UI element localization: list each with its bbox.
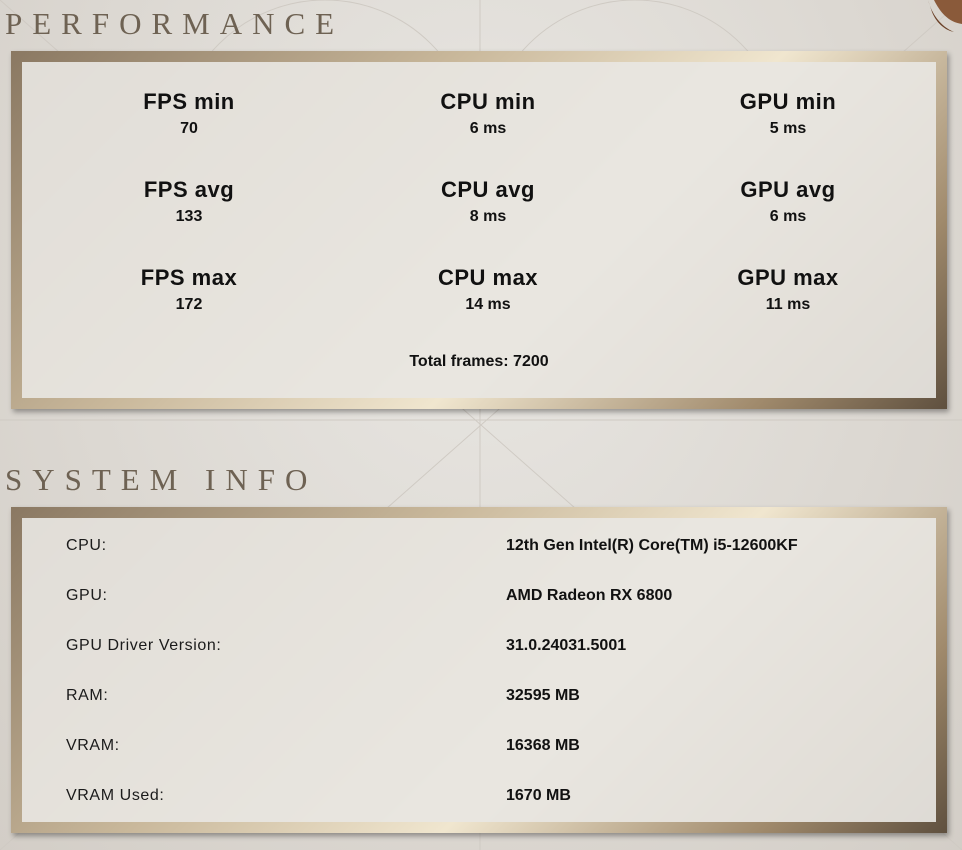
- stat-fps-max: FPS max 172: [89, 265, 289, 314]
- system-info-panel: CPU: 12th Gen Intel(R) Core(TM) i5-12600…: [11, 507, 947, 833]
- info-label: VRAM:: [66, 737, 120, 754]
- info-label: GPU:: [66, 587, 108, 604]
- info-value: AMD Radeon RX 6800: [506, 587, 673, 604]
- info-value: 1670 MB: [506, 787, 571, 804]
- stat-cpu-min: CPU min 6 ms: [388, 89, 588, 138]
- info-row-vram-used: VRAM Used: 1670 MB: [22, 787, 936, 811]
- info-label: CPU:: [66, 537, 107, 554]
- stat-gpu-max: GPU max 11 ms: [688, 265, 888, 314]
- stat-value: 6 ms: [769, 208, 807, 225]
- stat-fps-avg: FPS avg 133: [89, 177, 289, 226]
- stat-value: 172: [175, 296, 203, 313]
- system-info-heading: SYSTEM INFO: [5, 462, 318, 497]
- stat-label: FPS avg: [143, 177, 235, 202]
- info-row-ram: RAM: 32595 MB: [22, 687, 936, 711]
- stat-label: GPU max: [737, 265, 839, 290]
- stat-label: FPS min: [143, 89, 235, 114]
- stat-value: 6 ms: [469, 120, 507, 137]
- stat-label: CPU min: [440, 89, 536, 114]
- stat-label: CPU max: [437, 265, 539, 290]
- stat-value: 11 ms: [765, 296, 811, 313]
- info-row-vram: VRAM: 16368 MB: [22, 737, 936, 761]
- stat-cpu-max: CPU max 14 ms: [388, 265, 588, 314]
- stat-label: GPU avg: [740, 177, 836, 202]
- info-row-gpu-driver: GPU Driver Version: 31.0.24031.5001: [22, 637, 936, 661]
- info-label: VRAM Used:: [66, 787, 165, 804]
- decorative-ornament-icon: [928, 0, 962, 32]
- info-row-gpu: GPU: AMD Radeon RX 6800: [22, 587, 936, 611]
- stat-gpu-min: GPU min 5 ms: [688, 89, 888, 138]
- stat-value: 133: [175, 208, 203, 225]
- info-label: RAM:: [66, 687, 109, 704]
- stat-label: GPU min: [739, 89, 837, 114]
- stat-value: 14 ms: [465, 296, 511, 313]
- info-value: 31.0.24031.5001: [506, 637, 627, 654]
- info-value: 32595 MB: [506, 687, 580, 704]
- info-value: 12th Gen Intel(R) Core(TM) i5-12600KF: [506, 537, 798, 554]
- stat-value: 5 ms: [769, 120, 807, 137]
- total-frames: Total frames: 7200: [409, 353, 549, 370]
- stat-value: 8 ms: [469, 208, 507, 225]
- stat-gpu-avg: GPU avg 6 ms: [688, 177, 888, 226]
- stat-cpu-avg: CPU avg 8 ms: [388, 177, 588, 226]
- info-row-cpu: CPU: 12th Gen Intel(R) Core(TM) i5-12600…: [22, 537, 936, 561]
- info-label: GPU Driver Version:: [66, 637, 222, 654]
- performance-panel: FPS min 70 CPU min 6 ms GPU min 5 ms FPS…: [11, 51, 947, 409]
- stat-label: CPU avg: [441, 177, 535, 202]
- stat-label: FPS max: [140, 265, 238, 290]
- performance-heading: PERFORMANCE: [5, 6, 345, 41]
- system-info-panel-inner: CPU: 12th Gen Intel(R) Core(TM) i5-12600…: [22, 518, 936, 822]
- info-value: 16368 MB: [506, 737, 580, 754]
- performance-panel-inner: FPS min 70 CPU min 6 ms GPU min 5 ms FPS…: [22, 62, 936, 398]
- stat-value: 70: [180, 120, 198, 137]
- stat-fps-min: FPS min 70: [89, 89, 289, 138]
